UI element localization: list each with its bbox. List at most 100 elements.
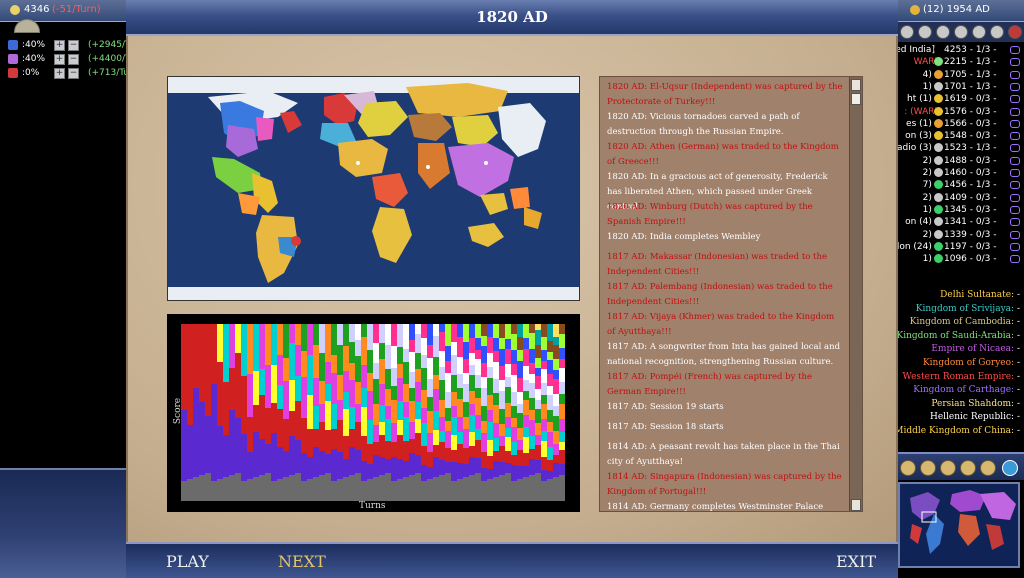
known-civ-row[interactable]: Kingdom of Carthage: -: [896, 385, 1020, 398]
attitude-icon: [934, 106, 943, 116]
increase-button[interactable]: +: [54, 54, 65, 65]
attitude-icon: [934, 57, 943, 67]
advisor-icon[interactable]: [972, 25, 986, 39]
civ-score: 1619 - 0/3 -: [944, 94, 997, 105]
attitude-icon: [934, 69, 943, 79]
advisor-icon-bar: [896, 22, 1024, 42]
civ-score: 1576 - 0/3 -: [944, 106, 997, 117]
religion-icon: [1010, 107, 1020, 116]
graph-band: [559, 475, 565, 501]
left-hud-panel: [0, 468, 128, 578]
minimap[interactable]: [898, 482, 1020, 568]
decrease-button[interactable]: −: [68, 40, 79, 51]
score-graph: Score Turns: [167, 314, 580, 512]
civ-name: lon (24) -: [896, 241, 938, 252]
decrease-button[interactable]: −: [68, 54, 79, 65]
attitude-icon: [934, 81, 943, 91]
search-icon[interactable]: [1002, 460, 1018, 476]
attitude-icon: [934, 94, 943, 104]
civ-name: on (4) -: [905, 217, 938, 228]
civ-dash: -: [1016, 290, 1020, 300]
religion-icon: [1010, 156, 1020, 165]
known-civ-row[interactable]: Kingdom of Cambodia: -: [896, 317, 1020, 330]
treasury-bar: 4346 (-51/Turn): [0, 0, 128, 22]
decrease-button[interactable]: −: [68, 68, 79, 79]
scroll-thumb[interactable]: [851, 93, 861, 105]
exit-button[interactable]: EXIT: [836, 552, 876, 571]
religion-icon: [1010, 95, 1020, 104]
civ-dash: -: [1016, 426, 1020, 436]
civ-name: Kingdom of Cambodia:: [909, 317, 1015, 328]
map-mode-icon[interactable]: [900, 460, 916, 476]
civ-name: ded India]:: [896, 45, 938, 55]
advisor-icon[interactable]: [990, 25, 1004, 39]
religion-icon: [1010, 132, 1020, 141]
known-civ-row[interactable]: Kingdom of Saudi-Arabia: -: [896, 331, 1020, 344]
next-button[interactable]: NEXT: [278, 552, 326, 571]
religion-icon: [1010, 242, 1020, 251]
advisor-icon[interactable]: [900, 25, 914, 39]
map-mode-icon[interactable]: [920, 460, 936, 476]
advisor-icon[interactable]: [936, 25, 950, 39]
civ-score: 1456 - 1/3 -: [944, 180, 997, 191]
slider-yield: (+4400/T: [88, 54, 131, 64]
right-hud: (12) 1954 AD ded India]:4253 - 1/3 -WAR)…: [896, 0, 1024, 578]
civ-name: Kingdom of Carthage:: [913, 385, 1015, 396]
increase-button[interactable]: +: [54, 68, 65, 79]
slider-percent: :0%: [22, 68, 40, 78]
known-civ-row[interactable]: Persian Shahdom: -: [896, 399, 1020, 412]
known-civ-row[interactable]: Middle Kingdom of China: -: [896, 426, 1020, 439]
graph-x-label: Turns: [359, 501, 386, 511]
gold-amount: 4346: [24, 4, 50, 15]
known-civ-row[interactable]: Empire of Nicaea: -: [896, 344, 1020, 357]
advisor-icon[interactable]: [1008, 25, 1022, 39]
attitude-icon: [934, 168, 943, 177]
scroll-up-button[interactable]: [851, 79, 861, 91]
scroll-down-button[interactable]: [851, 499, 861, 511]
graph-y-label: Score: [173, 397, 184, 425]
civ-score: 4253 - 1/3 -: [944, 45, 997, 55]
civ-score: 1705 - 1/3 -: [944, 69, 997, 80]
slider-yield: (+2945/T: [88, 40, 131, 50]
left-hud: 4346 (-51/Turn) :40% + − (+2945/T:40% + − (+44…: [0, 0, 131, 578]
score-graph-plot: [181, 324, 565, 501]
replay-dialog: 1820 AD Score Turns 1820 AD: El-Uqsur (I…: [126, 0, 898, 578]
known-civ-row[interactable]: Kingdom of Goryeo: -: [896, 358, 1020, 371]
attitude-icon: [934, 131, 943, 141]
civ-score: 1409 - 0/3 -: [944, 192, 997, 203]
event-entry: 1820 AD: India completes Wembley: [607, 232, 761, 242]
known-civ-row[interactable]: Western Roman Empire: -: [896, 372, 1020, 385]
event-log-scrollbar[interactable]: [849, 77, 862, 511]
civ-name: Hellenic Republic:: [929, 412, 1015, 423]
date-bar: (12) 1954 AD: [896, 0, 1024, 22]
advisor-icon[interactable]: [954, 25, 968, 39]
civ-score: 1523 - 1/3 -: [944, 143, 997, 154]
civ-score: 2215 - 1/3 -: [944, 57, 997, 68]
play-button[interactable]: PLAY: [166, 552, 209, 571]
known-civ-row[interactable]: Hellenic Republic: -: [896, 412, 1020, 425]
graph-band: [559, 419, 565, 432]
attitude-icon: [934, 254, 943, 264]
graph-band: [559, 432, 565, 442]
civ-name: Radio (3) -: [896, 143, 938, 154]
clock-icon: [910, 5, 920, 15]
event-log[interactable]: 1820 AD: El-Uqsur (Independent) was capt…: [599, 76, 863, 512]
increase-button[interactable]: +: [54, 40, 65, 51]
civ-name: Western Roman Empire:: [902, 371, 1015, 382]
dialog-footer: PLAY NEXT EXIT: [126, 542, 898, 578]
map-mode-icon[interactable]: [980, 460, 996, 476]
known-civ-row[interactable]: Kingdom of Srivijaya: -: [896, 304, 1020, 317]
civ-name: Kingdom of Saudi-Arabia:: [896, 330, 1015, 341]
map-mode-icon[interactable]: [940, 460, 956, 476]
event-entry: 1817 AD: Palembang (Indonesian) was trad…: [607, 282, 833, 307]
known-civ-row[interactable]: Delhi Sultanate: -: [896, 290, 1020, 303]
religion-icon: [1010, 82, 1020, 91]
map-mode-icon[interactable]: [960, 460, 976, 476]
advisor-icon[interactable]: [918, 25, 932, 39]
civ-dash: -: [1016, 398, 1020, 409]
score-row[interactable]: 1) -1096 - 0/3 -: [896, 253, 1024, 267]
civ-name: Kingdom of Goryeo:: [922, 358, 1015, 368]
slider-percent: :40%: [22, 54, 46, 64]
minimap-toolbar: [896, 452, 1024, 480]
graph-band: [559, 464, 565, 475]
